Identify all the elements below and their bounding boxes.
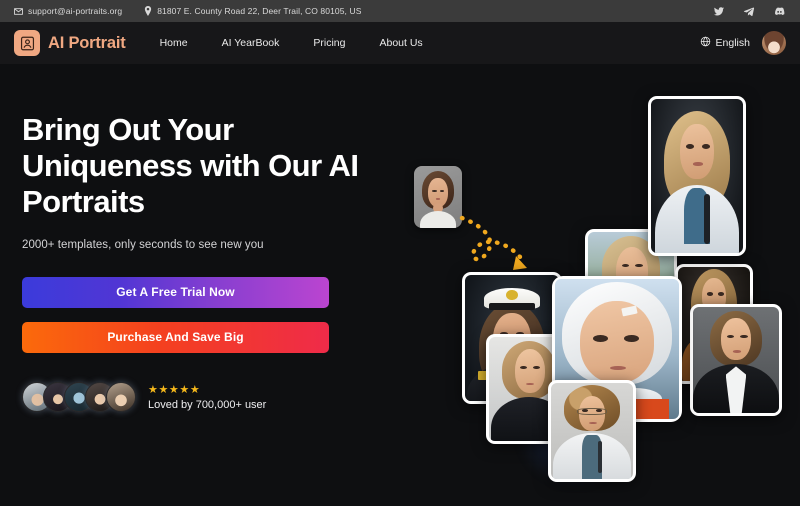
mail-icon xyxy=(14,7,23,16)
topbar-contact-group: support@ai-portraits.org 81807 E. County… xyxy=(14,6,361,16)
cta-button-group: Get A Free Trial Now Purchase And Save B… xyxy=(22,276,400,353)
source-photo-thumbnail[interactable] xyxy=(414,166,462,228)
hero-subtitle: 2000+ templates, only seconds to see new… xyxy=(22,238,264,251)
nav-link-ai-yearbook[interactable]: AI YearBook xyxy=(222,37,280,49)
topbar-social-links xyxy=(713,6,786,17)
top-utility-bar: support@ai-portraits.org 81807 E. County… xyxy=(0,0,800,22)
social-proof-text: ★★★★★ Loved by 700,000+ user xyxy=(148,383,266,411)
social-proof: ★★★★★ Loved by 700,000+ user xyxy=(22,381,400,412)
discord-icon[interactable] xyxy=(773,6,786,17)
loved-by-count: Loved by 700,000+ user xyxy=(148,398,267,411)
globe-icon xyxy=(700,36,711,50)
telegram-icon[interactable] xyxy=(743,6,755,17)
hero-section: Bring Out Your Uniqueness with Our AI Po… xyxy=(0,64,800,506)
topbar-address: 81807 E. County Road 22, Deer Trail, CO … xyxy=(144,6,361,16)
user-avatar-icon xyxy=(14,30,40,56)
brand-name: AI Portrait xyxy=(48,33,126,52)
location-pin-icon xyxy=(144,6,152,16)
hero-copy-column: Bring Out Your Uniqueness with Our AI Po… xyxy=(0,64,400,506)
card-curly-doctor xyxy=(548,380,636,482)
user-avatar-stack xyxy=(22,381,136,412)
card-blonde-doctor xyxy=(648,96,746,256)
twitter-icon[interactable] xyxy=(713,6,725,17)
card-business xyxy=(690,304,782,416)
topbar-address-text: 81807 E. County Road 22, Deer Trail, CO … xyxy=(157,6,362,16)
star-rating: ★★★★★ xyxy=(148,383,201,396)
language-selector[interactable]: English xyxy=(700,36,750,50)
avatar xyxy=(106,381,136,412)
purchase-save-big-button[interactable]: Purchase And Save Big xyxy=(22,321,329,353)
nav-link-pricing[interactable]: Pricing xyxy=(313,37,345,49)
main-navbar: AI Portrait Home AI YearBook Pricing Abo… xyxy=(0,22,800,64)
language-label: English xyxy=(715,37,750,49)
nav-link-home[interactable]: Home xyxy=(160,37,188,49)
nav-links: Home AI YearBook Pricing About Us xyxy=(160,37,423,49)
nav-right-group: English xyxy=(700,31,786,55)
portrait-collage xyxy=(400,64,800,506)
brand-logo-group[interactable]: AI Portrait xyxy=(14,30,126,56)
get-free-trial-button[interactable]: Get A Free Trial Now xyxy=(22,276,329,308)
page-title: Bring Out Your Uniqueness with Our AI Po… xyxy=(22,112,359,219)
nav-link-about-us[interactable]: About Us xyxy=(379,37,422,49)
topbar-email[interactable]: support@ai-portraits.org xyxy=(14,6,122,16)
avatar[interactable] xyxy=(762,31,786,55)
topbar-email-text: support@ai-portraits.org xyxy=(28,6,123,16)
